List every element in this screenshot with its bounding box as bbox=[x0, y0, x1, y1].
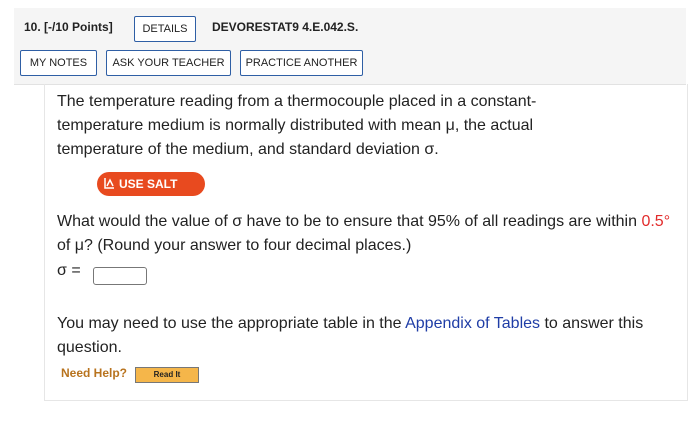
need-help-label: Need Help? bbox=[61, 366, 128, 380]
problem-code: DEVORESTAT9 4.E.042.S. bbox=[212, 20, 359, 34]
question-number: 10. [-/10 Points] bbox=[24, 20, 113, 34]
use-salt-label: USE SALT bbox=[119, 177, 178, 191]
question-content: The temperature reading from a thermocou… bbox=[44, 84, 688, 401]
use-salt-button[interactable]: USE SALT bbox=[97, 172, 205, 196]
question-header: 10. [-/10 Points] DETAILS DEVORESTAT9 4.… bbox=[14, 8, 686, 85]
sigma-label: σ = bbox=[57, 262, 81, 279]
read-it-button[interactable]: Read It bbox=[135, 367, 199, 383]
sigma-answer-input[interactable] bbox=[93, 267, 147, 285]
practice-another-button[interactable]: PRACTICE ANOTHER bbox=[240, 50, 363, 76]
prompt-text-2: of μ? (Round your answer to four decimal… bbox=[57, 237, 412, 254]
question-paragraph: The temperature reading from a thermocou… bbox=[57, 93, 537, 158]
prompt-text-1: What would the value of σ have to be to … bbox=[57, 213, 642, 230]
salt-icon bbox=[104, 178, 114, 189]
appendix-note: You may need to use the appropriate tabl… bbox=[57, 312, 657, 360]
tolerance-value: 0.5° bbox=[641, 213, 671, 230]
my-notes-button[interactable]: MY NOTES bbox=[20, 50, 97, 76]
note-text-1: You may need to use the appropriate tabl… bbox=[57, 315, 406, 332]
question-prompt: What would the value of σ have to be to … bbox=[57, 210, 682, 258]
details-button[interactable]: DETAILS bbox=[134, 16, 196, 42]
appendix-link[interactable]: Appendix of Tables bbox=[405, 315, 540, 332]
ask-teacher-button[interactable]: ASK YOUR TEACHER bbox=[106, 50, 231, 76]
